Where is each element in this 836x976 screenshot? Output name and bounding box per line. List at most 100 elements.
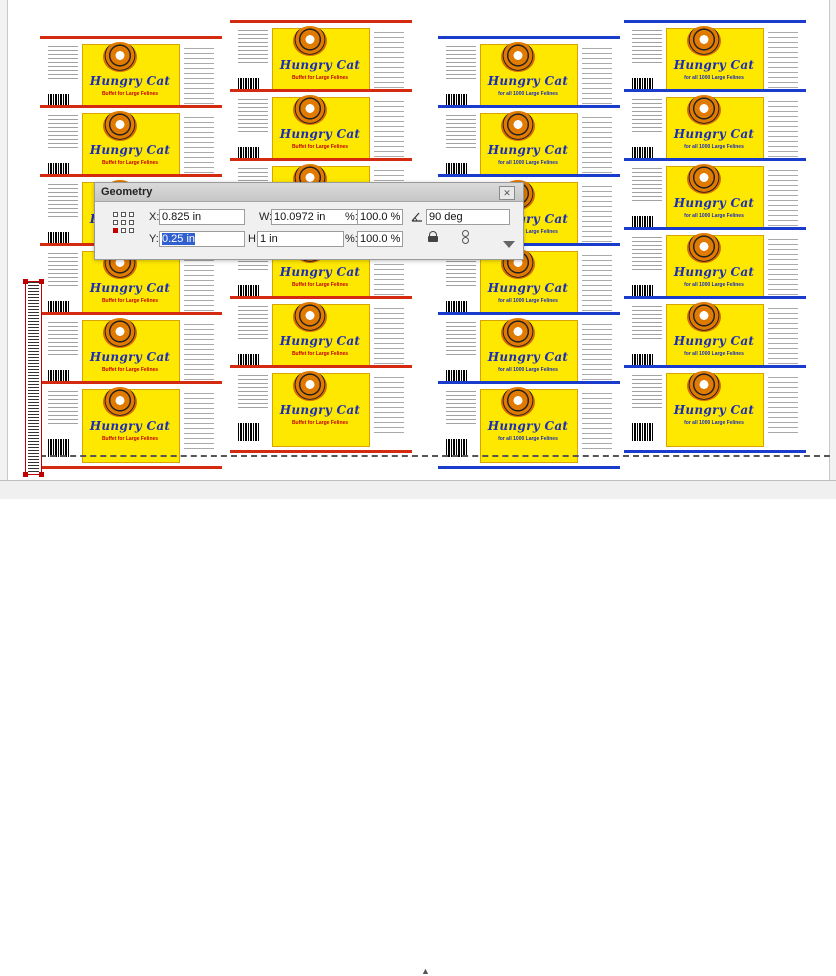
- label-text-block: [632, 168, 662, 204]
- x-label: X:: [149, 211, 160, 223]
- height-field[interactable]: 1 in: [257, 231, 344, 247]
- anchor-middle-right[interactable]: [129, 220, 134, 225]
- anchor-center[interactable]: [121, 220, 126, 225]
- anchor-bottom-left[interactable]: [113, 228, 118, 233]
- tiger-logo-icon: [687, 302, 721, 332]
- vertical-ruler-tool[interactable]: [23, 279, 44, 477]
- brand-name: Hungry Cat: [487, 281, 569, 295]
- label-text-block: [48, 46, 78, 82]
- label-ingredient-text: [768, 239, 798, 299]
- tiger-logo-icon: [293, 371, 327, 401]
- scale-x-field[interactable]: 100.0 %: [357, 209, 403, 225]
- tiger-logo-icon: [501, 111, 535, 141]
- label-top-stripe: [624, 89, 806, 92]
- angle-value: 90 deg: [429, 211, 463, 223]
- label-tagline: for all 1000 Large Felines: [498, 298, 558, 304]
- x-value: 0.825 in: [162, 211, 202, 223]
- y-position-field[interactable]: 0.25 in: [159, 231, 245, 247]
- label-tagline: Buffet for Large Felines: [291, 351, 349, 357]
- brand-name: Hungry Cat: [89, 143, 171, 157]
- horizontal-scrollbar[interactable]: ▲: [0, 480, 836, 976]
- anchor-top-left[interactable]: [113, 212, 118, 217]
- brand-name: Hungry Cat: [279, 403, 361, 417]
- y-value: 0.25 in: [162, 233, 196, 245]
- label-tagline: for all 1000 Large Felines: [684, 282, 744, 288]
- brand-name: Hungry Cat: [673, 265, 755, 279]
- rotation-angle-field[interactable]: 90 deg: [426, 209, 510, 225]
- label-top-stripe: [40, 381, 222, 384]
- x-position-field[interactable]: 0.825 in: [159, 209, 245, 225]
- label-tagline: for all 1000 Large Felines: [684, 213, 744, 219]
- label-ingredient-text: [374, 377, 404, 437]
- anchor-top-center[interactable]: [121, 212, 126, 217]
- brand-name: Hungry Cat: [673, 127, 755, 141]
- scale-x-value: 100.0 %: [360, 211, 401, 223]
- brand-name: Hungry Cat: [673, 403, 755, 417]
- label-tagline: for all 1000 Large Felines: [498, 160, 558, 166]
- label-text-block: [48, 115, 78, 151]
- geometry-dialog[interactable]: Geometry ✕ X: 0.825 in Y: 0.25 in W: 10.…: [94, 182, 524, 260]
- label-ingredient-text: [184, 117, 214, 177]
- anchor-top-right[interactable]: [129, 212, 134, 217]
- ruler-ticks: [28, 282, 39, 474]
- label-bottom-stripe: [230, 450, 412, 453]
- brand-name: Hungry Cat: [673, 334, 755, 348]
- expand-options-chevron-icon[interactable]: [503, 241, 515, 248]
- label-ingredient-text: [768, 170, 798, 230]
- tiger-logo-icon: [501, 387, 535, 417]
- reference-point-icon[interactable]: [113, 212, 134, 234]
- label-tagline: for all 1000 Large Felines: [498, 91, 558, 97]
- scale-y-field[interactable]: 100.0 %: [357, 231, 403, 247]
- label-bottom-stripe: [624, 450, 806, 453]
- label-tagline: for all 1000 Large Felines: [498, 367, 558, 373]
- ruler-handle-top-right[interactable]: [39, 279, 44, 284]
- brand-name: Hungry Cat: [673, 196, 755, 210]
- label-top-stripe: [230, 296, 412, 299]
- scroll-up-arrow-icon[interactable]: ▲: [421, 967, 430, 976]
- label-tagline: Buffet for Large Felines: [291, 420, 349, 426]
- tiger-logo-icon: [687, 95, 721, 125]
- label-text-block: [238, 99, 268, 135]
- label-ingredient-text: [374, 308, 404, 368]
- label-tile[interactable]: Hungry Cat Buffet for Large Felines: [230, 365, 412, 453]
- brand-name: Hungry Cat: [279, 334, 361, 348]
- tiger-logo-icon: [293, 26, 327, 56]
- label-ingredient-text: [768, 32, 798, 92]
- brand-name: Hungry Cat: [89, 74, 171, 88]
- label-top-stripe: [230, 158, 412, 161]
- label-top-stripe: [40, 174, 222, 177]
- ruler-handle-top-left[interactable]: [23, 279, 28, 284]
- ruler-handle-bottom-left[interactable]: [23, 472, 28, 477]
- geometry-titlebar[interactable]: Geometry ✕: [95, 183, 523, 202]
- label-text-block: [446, 115, 476, 151]
- anchor-bottom-right[interactable]: [129, 228, 134, 233]
- unlock-icon[interactable]: [428, 231, 438, 242]
- label-tagline: Buffet for Large Felines: [291, 144, 349, 150]
- y-label: Y:: [149, 233, 159, 245]
- brand-name: Hungry Cat: [89, 281, 171, 295]
- barcode-icon: [238, 423, 260, 441]
- label-top-stripe: [624, 365, 806, 368]
- label-ingredient-text: [184, 324, 214, 384]
- label-tagline: Buffet for Large Felines: [101, 298, 159, 304]
- label-ingredient-text: [374, 32, 404, 92]
- ruler-handle-bottom-right[interactable]: [39, 472, 44, 477]
- label-top-stripe: [624, 296, 806, 299]
- label-tagline: Buffet for Large Felines: [291, 282, 349, 288]
- label-tile[interactable]: Hungry Cat for all 1000 Large Felines: [624, 365, 806, 453]
- label-text-block: [632, 30, 662, 66]
- label-top-stripe: [438, 174, 620, 177]
- label-tagline: for all 1000 Large Felines: [684, 351, 744, 357]
- label-tagline: Buffet for Large Felines: [101, 367, 159, 373]
- tiger-logo-icon: [103, 42, 137, 72]
- tiger-logo-icon: [501, 318, 535, 348]
- anchor-bottom-center[interactable]: [121, 228, 126, 233]
- label-ingredient-text: [768, 308, 798, 368]
- tiger-logo-icon: [293, 95, 327, 125]
- anchor-middle-left[interactable]: [113, 220, 118, 225]
- label-ingredient-text: [582, 117, 612, 177]
- close-icon[interactable]: ✕: [499, 186, 515, 200]
- link-proportions-icon[interactable]: [461, 230, 469, 244]
- brand-name: Hungry Cat: [487, 143, 569, 157]
- label-bottom-stripe: [438, 466, 620, 469]
